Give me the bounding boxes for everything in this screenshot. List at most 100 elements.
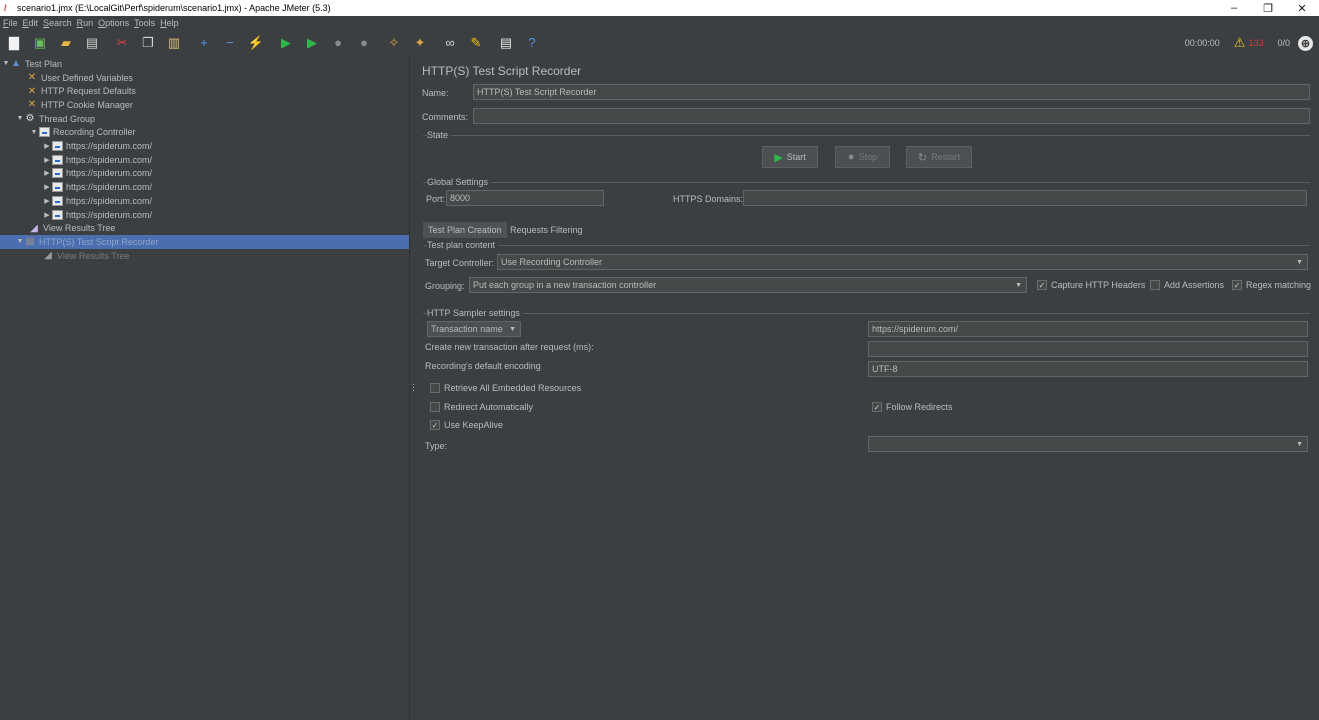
- follow-redirects-label: Follow Redirects: [886, 402, 953, 412]
- collapsed-arrow-icon[interactable]: ▶: [43, 156, 51, 164]
- port-field[interactable]: 8000: [446, 190, 604, 206]
- follow-redirects-checkbox[interactable]: ✓ Follow Redirects: [872, 402, 953, 412]
- menu-run[interactable]: Run: [77, 18, 94, 28]
- help-icon[interactable]: ?: [524, 35, 540, 51]
- listener-icon: ◢: [44, 250, 52, 262]
- tree-node-view-results-tree[interactable]: ◢ View Results Tree: [0, 221, 409, 235]
- menu-tools[interactable]: Tools: [134, 18, 155, 28]
- stop-icon[interactable]: ●: [330, 35, 346, 51]
- tree-node-label: https://spiderum.com/: [66, 182, 153, 193]
- clear-icon[interactable]: ✧: [386, 35, 402, 51]
- redirect-automatically-checkbox[interactable]: Redirect Automatically: [430, 402, 533, 412]
- error-count[interactable]: 133: [1248, 38, 1263, 48]
- minimize-button[interactable]: –: [1217, 0, 1251, 16]
- use-keepalive-checkbox[interactable]: ✓ Use KeepAlive: [430, 420, 503, 430]
- type-select[interactable]: ▼: [868, 436, 1308, 452]
- test-plan-content-title: Test plan content: [427, 240, 499, 250]
- expand-arrow-icon[interactable]: ▼: [30, 129, 38, 136]
- tree-node-sampler[interactable]: ▶ https://spiderum.com/: [0, 194, 409, 208]
- checkbox-unchecked-icon: [430, 402, 440, 412]
- collapse-all-icon[interactable]: −: [222, 35, 238, 51]
- menu-file[interactable]: File: [3, 18, 18, 28]
- new-file-icon[interactable]: ▇: [6, 35, 22, 51]
- tree-node-label: View Results Tree: [43, 223, 116, 234]
- menu-edit[interactable]: Edit: [23, 18, 39, 28]
- active-threads: 0/0: [1277, 38, 1290, 48]
- tree-node-user-defined-variables[interactable]: ✕ User Defined Variables: [0, 71, 409, 85]
- add-assertions-checkbox[interactable]: Add Assertions: [1150, 280, 1224, 290]
- naming-prefix-field[interactable]: https://spiderum.com/: [868, 321, 1308, 337]
- regex-matching-checkbox[interactable]: ✓ Regex matching: [1232, 280, 1311, 290]
- tab-test-plan-creation[interactable]: Test Plan Creation: [423, 222, 507, 238]
- tree-node-test-script-recorder[interactable]: ▼ ▦ HTTP(S) Test Script Recorder: [0, 235, 409, 249]
- start-button[interactable]: ▶ Start: [762, 146, 818, 168]
- shutdown-icon[interactable]: ●: [356, 35, 372, 51]
- save-icon[interactable]: ▤: [84, 35, 100, 51]
- collapsed-arrow-icon[interactable]: ▶: [43, 197, 51, 205]
- capture-headers-checkbox[interactable]: ✓ Capture HTTP Headers: [1037, 280, 1145, 290]
- target-controller-value: Use Recording Controller: [501, 257, 603, 267]
- toggle-icon[interactable]: ⚡: [248, 35, 264, 51]
- target-controller-select[interactable]: Use Recording Controller ▼: [497, 254, 1308, 270]
- comments-field[interactable]: [473, 108, 1310, 124]
- expand-arrow-icon[interactable]: ▼: [16, 238, 24, 245]
- clear-all-icon[interactable]: ✦: [412, 35, 428, 51]
- tree-node-http-request-defaults[interactable]: ✕ HTTP Request Defaults: [0, 84, 409, 98]
- create-transaction-field[interactable]: [868, 341, 1308, 357]
- tab-requests-filtering[interactable]: Requests Filtering: [505, 222, 588, 238]
- chevron-down-icon: ▼: [509, 325, 516, 333]
- start-icon[interactable]: ▶: [278, 35, 294, 51]
- encoding-field[interactable]: UTF-8: [868, 361, 1308, 377]
- expand-arrow-icon[interactable]: ▼: [2, 60, 10, 67]
- tree-node-sampler[interactable]: ▶ https://spiderum.com/: [0, 139, 409, 153]
- tree-node-sampler[interactable]: ▶ https://spiderum.com/: [0, 180, 409, 194]
- retrieve-embedded-checkbox[interactable]: Retrieve All Embedded Resources: [430, 383, 581, 393]
- tree-node-sampler[interactable]: ▶ https://spiderum.com/: [0, 208, 409, 222]
- menu-help[interactable]: Help: [160, 18, 179, 28]
- expand-arrow-icon[interactable]: ▼: [16, 115, 24, 122]
- tree-node-label: https://spiderum.com/: [66, 195, 153, 206]
- test-plan-icon: ▲: [11, 58, 21, 70]
- http-sampler-icon: [51, 182, 63, 193]
- grouping-value: Put each group in a new transaction cont…: [473, 280, 657, 290]
- expand-all-icon[interactable]: +: [196, 35, 212, 51]
- remote-globe-icon[interactable]: ⊕: [1298, 35, 1313, 51]
- sampler-settings-title: HTTP Sampler settings: [427, 308, 523, 318]
- start-no-pause-icon[interactable]: ▶: [304, 35, 320, 51]
- function-helper-icon[interactable]: ▤: [498, 35, 514, 51]
- restore-button[interactable]: ❐: [1251, 0, 1285, 16]
- tree-node-sampler[interactable]: ▶ https://spiderum.com/: [0, 153, 409, 167]
- use-keepalive-label: Use KeepAlive: [444, 420, 504, 430]
- tree-node-test-plan[interactable]: ▼ ▲ Test Plan: [0, 57, 409, 71]
- search-binoculars-icon[interactable]: ∞: [442, 35, 458, 51]
- tree-node-http-cookie-manager[interactable]: ✕ HTTP Cookie Manager: [0, 98, 409, 112]
- warning-icon[interactable]: ⚠: [1234, 35, 1246, 51]
- copy-icon[interactable]: ❐: [140, 35, 156, 51]
- collapsed-arrow-icon[interactable]: ▶: [43, 142, 51, 150]
- collapsed-arrow-icon[interactable]: ▶: [43, 169, 51, 177]
- stop-button[interactable]: ● Stop: [835, 146, 890, 168]
- https-domains-field[interactable]: [743, 190, 1307, 206]
- tree-node-view-results-tree-disabled[interactable]: ◢ View Results Tree: [0, 249, 409, 263]
- paste-icon[interactable]: ▥: [166, 35, 182, 51]
- tree-node-thread-group[interactable]: ▼ ⚙ Thread Group: [0, 112, 409, 126]
- checkbox-checked-icon: ✓: [430, 420, 440, 430]
- restart-button[interactable]: ↻ Restart: [906, 146, 972, 168]
- listener-icon: ◢: [30, 222, 38, 234]
- templates-icon[interactable]: ▣: [32, 35, 48, 51]
- cut-icon[interactable]: ✂: [114, 35, 130, 51]
- menu-search[interactable]: Search: [43, 18, 72, 28]
- open-folder-icon[interactable]: ▰: [58, 35, 74, 51]
- window-title: scenario1.jmx (E:\LocalGit\Perf\spiderum…: [17, 3, 331, 13]
- collapsed-arrow-icon[interactable]: ▶: [43, 211, 51, 219]
- reset-search-icon[interactable]: ✎: [468, 35, 484, 51]
- start-button-label: Start: [786, 152, 806, 162]
- collapsed-arrow-icon[interactable]: ▶: [43, 183, 51, 191]
- naming-scheme-select[interactable]: Transaction name ▼: [427, 321, 521, 337]
- grouping-select[interactable]: Put each group in a new transaction cont…: [469, 277, 1027, 293]
- menu-options[interactable]: Options: [98, 18, 129, 28]
- close-button[interactable]: ✕: [1285, 0, 1319, 16]
- tree-node-recording-controller[interactable]: ▼ Recording Controller: [0, 126, 409, 140]
- name-field[interactable]: HTTP(S) Test Script Recorder: [473, 84, 1310, 100]
- tree-node-sampler[interactable]: ▶ https://spiderum.com/: [0, 167, 409, 181]
